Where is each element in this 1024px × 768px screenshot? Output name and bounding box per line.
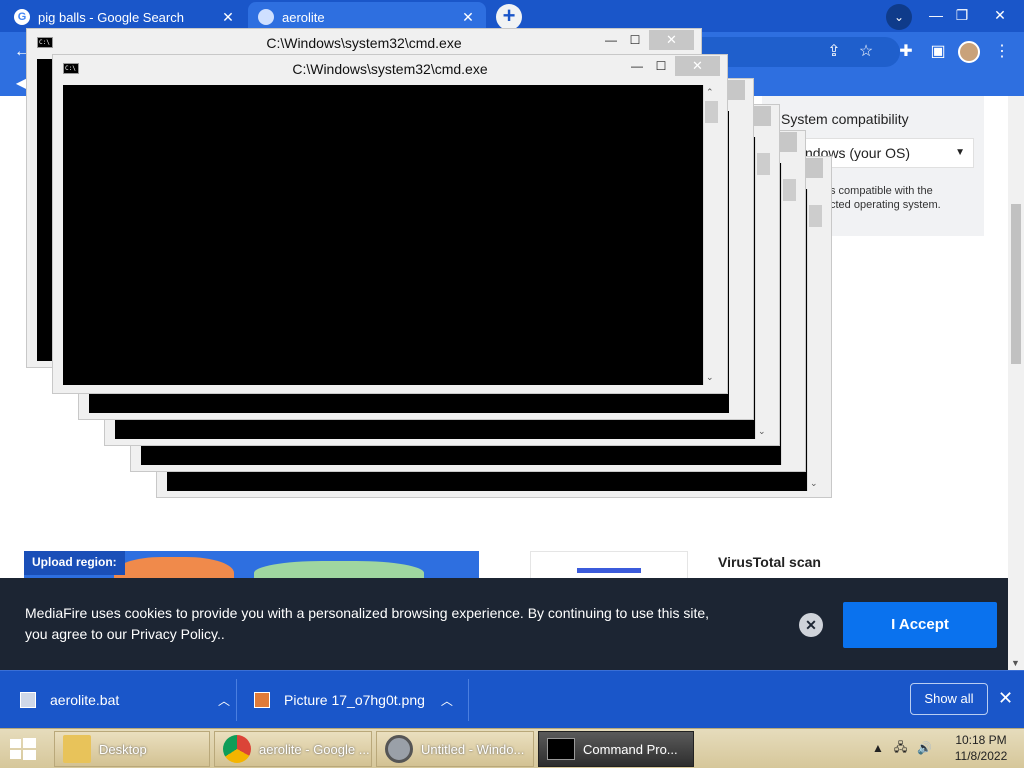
cmd-titlebar[interactable]: C:\ C:\Windows\system32\cmd.exe — ☐ ✕ [27, 29, 701, 57]
cmd-scrollbar-thumb[interactable] [705, 101, 718, 123]
share-icon[interactable]: ⇪ [824, 42, 844, 62]
upload-region-label: Upload region: [24, 551, 125, 575]
scroll-down-arrow-icon[interactable]: ⌄ [706, 372, 714, 383]
dropdown-caret-icon: ▼ [955, 147, 965, 158]
cmd-scrollbar-thumb[interactable] [809, 205, 822, 227]
restore-window-button[interactable]: ❐ [942, 0, 982, 32]
scroll-up-arrow-icon[interactable]: ⌃ [706, 87, 714, 98]
taskbar-item-label: Command Pro... [583, 741, 678, 757]
taskbar-item-desktop[interactable]: Desktop [54, 731, 210, 767]
clock-time: 10:18 PM [955, 733, 1007, 747]
tab-title: pig balls - Google Search [38, 9, 184, 25]
side-panel-icon[interactable]: ▣ [928, 42, 948, 62]
scroll-down-arrow-icon[interactable]: ⌄ [810, 478, 818, 489]
cmd-window-front[interactable]: C:\ C:\Windows\system32\cmd.exe — ☐ ✕ ⌃ … [52, 54, 728, 394]
windows-logo-icon [10, 738, 36, 760]
cookie-banner-text: MediaFire uses cookies to provide you wi… [25, 605, 710, 642]
taskbar-item-label: Desktop [99, 741, 147, 757]
system-tray: ▲ 🖧 🔊 [872, 728, 932, 768]
start-button[interactable] [6, 735, 40, 763]
clock-date: 11/8/2022 [954, 749, 1008, 763]
close-tab-icon[interactable]: ✕ [460, 9, 476, 26]
compatibility-note: s compatible with the cted operating sys… [830, 184, 980, 212]
download-item-png[interactable]: Picture 17_o7hg0t.png ︿ [254, 671, 454, 729]
cmd-scrollbar-thumb[interactable] [757, 153, 770, 175]
close-window-button[interactable]: ✕ [980, 0, 1020, 32]
image-file-icon [254, 692, 270, 708]
cmd-scrollbar[interactable]: ⌄ [807, 189, 823, 491]
scroll-down-arrow-icon[interactable]: ▼ [1011, 658, 1020, 668]
close-downloads-bar-icon[interactable]: ✕ [998, 688, 1013, 709]
download-item-bat[interactable]: aerolite.bat ︿ [20, 671, 230, 729]
chrome-icon [223, 735, 251, 763]
taskbar-item-movie-maker[interactable]: Untitled - Windo... [376, 731, 534, 767]
cmd-window-title: C:\Windows\system32\cmd.exe [266, 35, 462, 51]
compatibility-note-line: s compatible with the [830, 185, 933, 197]
extensions-icon[interactable]: ✚ [896, 42, 916, 62]
show-all-downloads-button[interactable]: Show all [910, 683, 988, 715]
network-icon[interactable]: 🖧 [894, 738, 907, 759]
folder-icon [63, 735, 91, 763]
new-tab-button[interactable]: + [496, 4, 522, 30]
taskbar-item-chrome[interactable]: aerolite - Google ... [214, 731, 372, 767]
cmd-console[interactable] [63, 85, 703, 385]
cmd-window-title: C:\Windows\system32\cmd.exe [292, 61, 488, 77]
menu-kebab-icon[interactable]: ⋮ [992, 42, 1012, 62]
compatibility-note-line: cted operating system. [830, 199, 941, 211]
download-filename: Picture 17_o7hg0t.png [284, 692, 425, 708]
cmd-scrollbar[interactable]: ⌄ [755, 137, 771, 439]
downloads-bar: aerolite.bat ︿ Picture 17_o7hg0t.png ︿ [0, 670, 1024, 728]
downloads-divider [236, 679, 237, 721]
cmd-titlebar[interactable]: C:\ C:\Windows\system32\cmd.exe — ☐ ✕ [53, 55, 727, 83]
batch-file-icon [20, 692, 36, 708]
taskbar-item-command-prompt[interactable]: Command Pro... [538, 731, 694, 767]
tab-search-button[interactable]: ⌄ [886, 4, 912, 30]
cmd-maximize-button[interactable]: ☐ [625, 33, 645, 47]
mediafire-icon [258, 9, 274, 25]
cmd-minimize-button[interactable]: — [627, 59, 647, 73]
scrollbar-thumb[interactable] [1011, 204, 1021, 364]
close-tab-icon[interactable]: ✕ [220, 9, 236, 26]
cookie-close-button[interactable]: ✕ [799, 613, 823, 637]
cmd-scrollbar[interactable]: ⌃ ⌄ [703, 85, 719, 385]
cmd-scrollbar[interactable] [781, 163, 797, 465]
cmd-maximize-button[interactable]: ☐ [651, 59, 671, 73]
tab-title: aerolite [282, 9, 325, 25]
taskbar-clock[interactable]: 10:18 PM 11/8/2022 [944, 732, 1018, 764]
virustotal-title: VirusTotal scan [718, 554, 821, 570]
compatibility-title: System compatibility [781, 111, 909, 127]
taskbar-item-label: Untitled - Windo... [421, 741, 525, 757]
page-scrollbar[interactable]: ▼ [1008, 96, 1024, 670]
google-icon: G [14, 9, 30, 25]
cmd-close-button[interactable]: ✕ [649, 30, 694, 50]
cmd-scrollbar-thumb[interactable] [783, 179, 796, 201]
show-hidden-icons-icon[interactable]: ▲ [872, 741, 884, 755]
bookmark-star-icon[interactable]: ☆ [856, 42, 876, 62]
chevron-up-icon[interactable]: ︿ [218, 692, 230, 709]
downloads-divider [468, 679, 469, 721]
cmd-close-button[interactable]: ✕ [675, 56, 720, 76]
download-filename: aerolite.bat [50, 692, 120, 708]
command-prompt-icon [547, 738, 575, 760]
scroll-down-arrow-icon[interactable]: ⌄ [758, 426, 766, 437]
profile-avatar[interactable] [958, 41, 980, 63]
accept-cookies-button[interactable]: I Accept [843, 602, 997, 648]
film-reel-icon [385, 735, 413, 763]
volume-icon[interactable]: 🔊 [917, 741, 932, 755]
taskbar: Desktop aerolite - Google ... Untitled -… [0, 728, 1024, 768]
cmd-minimize-button[interactable]: — [601, 33, 621, 47]
chevron-up-icon[interactable]: ︿ [441, 692, 453, 709]
taskbar-item-label: aerolite - Google ... [259, 741, 370, 757]
